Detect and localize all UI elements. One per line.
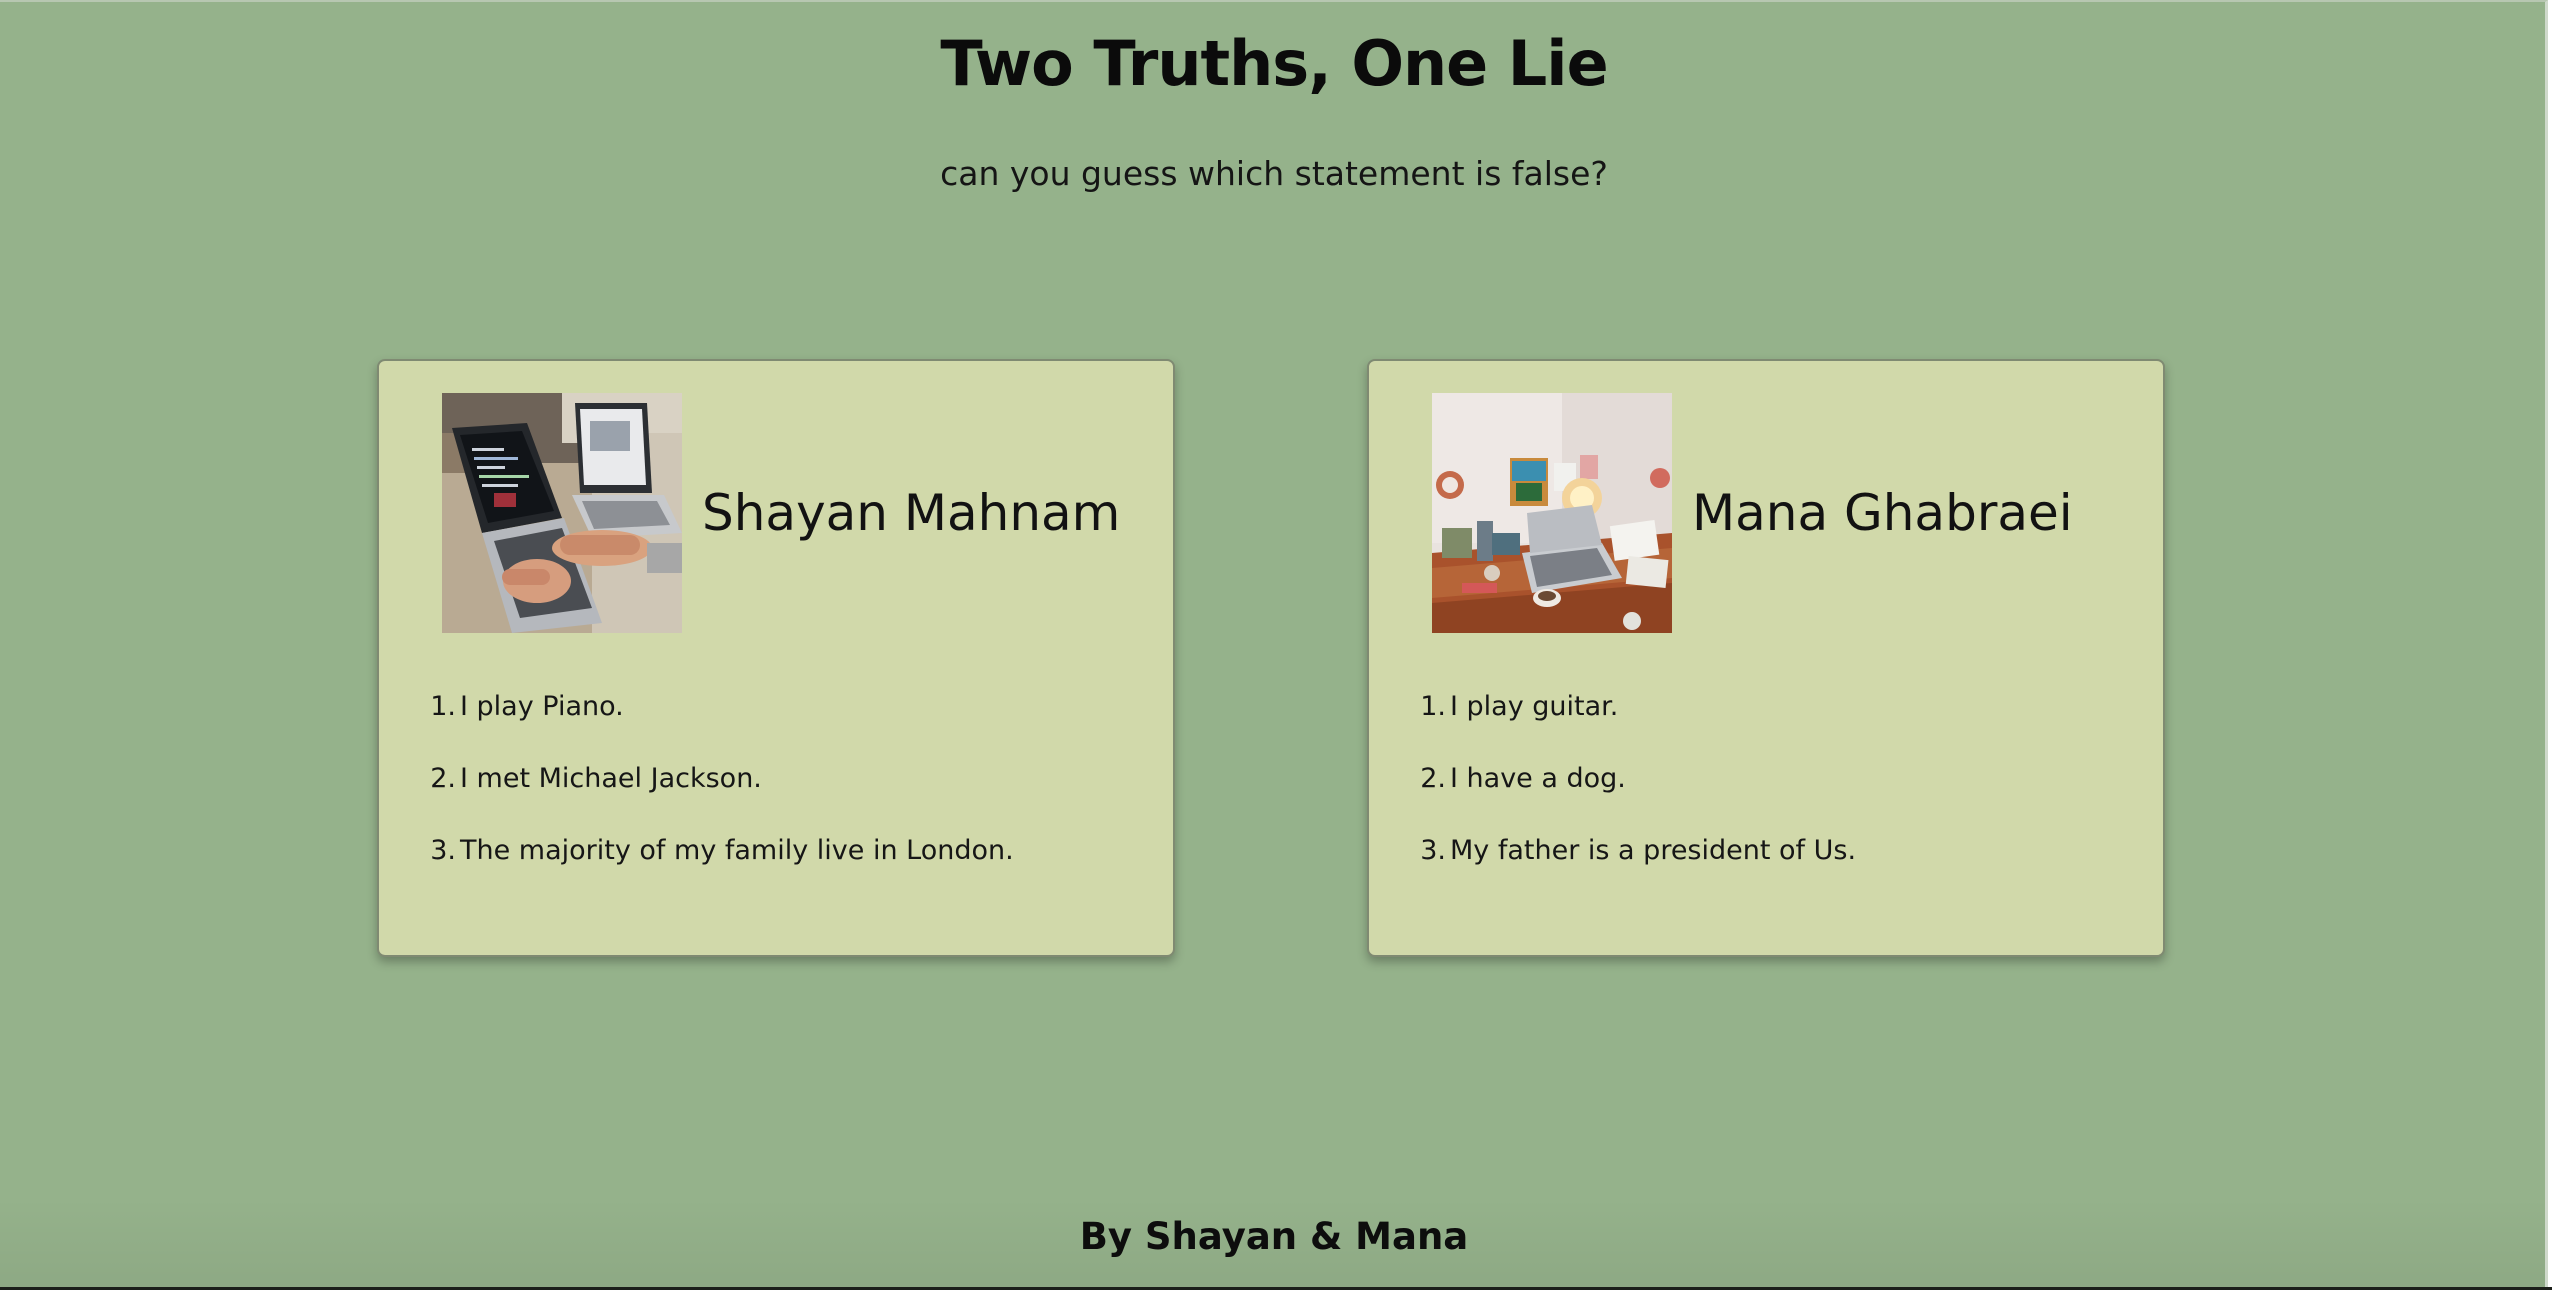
statement-item: 1. I play guitar. [1414,671,1856,743]
statement-text: I have a dog. [1450,763,1626,794]
footer-credit: By Shayan & Mana [1079,1215,1469,1258]
statement-number: 3. [430,835,456,866]
person-name: Mana Ghabraei [1692,484,2073,542]
laptop-coding-photo [442,393,682,633]
statement-number: 3. [1420,835,1446,866]
statement-number: 1. [1420,691,1446,722]
profile-card-mana: Mana Ghabraei 1. I play guitar. 2. I have … [1367,359,2165,957]
person-name: Shayan Mahnam [702,484,1121,542]
statement-item: 2. I have a dog. [1414,743,1856,815]
statement-item: 3. My father is a president of Us. [1414,815,1856,887]
page-subtitle: can you guess which statement is false? [940,154,1608,193]
messy-desk-photo [1432,393,1672,633]
statement-text: I play guitar. [1450,691,1619,722]
page-title: Two Truths, One Lie [940,27,1608,100]
statement-text: I play Piano. [460,691,624,722]
statement-list: 1. I play guitar. 2. I have a dog. 3. My fa… [1414,671,1856,887]
statement-number: 2. [430,763,456,794]
page-background: Two Truths, One Lie can you guess which … [0,0,2548,1287]
window-bottom-edge [0,1287,2552,1294]
statement-text: My father is a president of Us. [1450,835,1857,866]
statement-item: 2. I met Michael Jackson. [424,743,1014,815]
profile-card-shayan: Shayan Mahnam 1. I play Piano. 2. I met Mi… [377,359,1175,957]
statement-item: 1. I play Piano. [424,671,1014,743]
statement-text: I met Michael Jackson. [460,763,762,794]
statement-text: The majority of my family live in London… [460,835,1014,866]
statement-item: 3. The majority of my family live in Lond… [424,815,1014,887]
statement-number: 2. [1420,763,1446,794]
statement-list: 1. I play Piano. 2. I met Michael Jackson.… [424,671,1014,887]
statement-number: 1. [430,691,456,722]
